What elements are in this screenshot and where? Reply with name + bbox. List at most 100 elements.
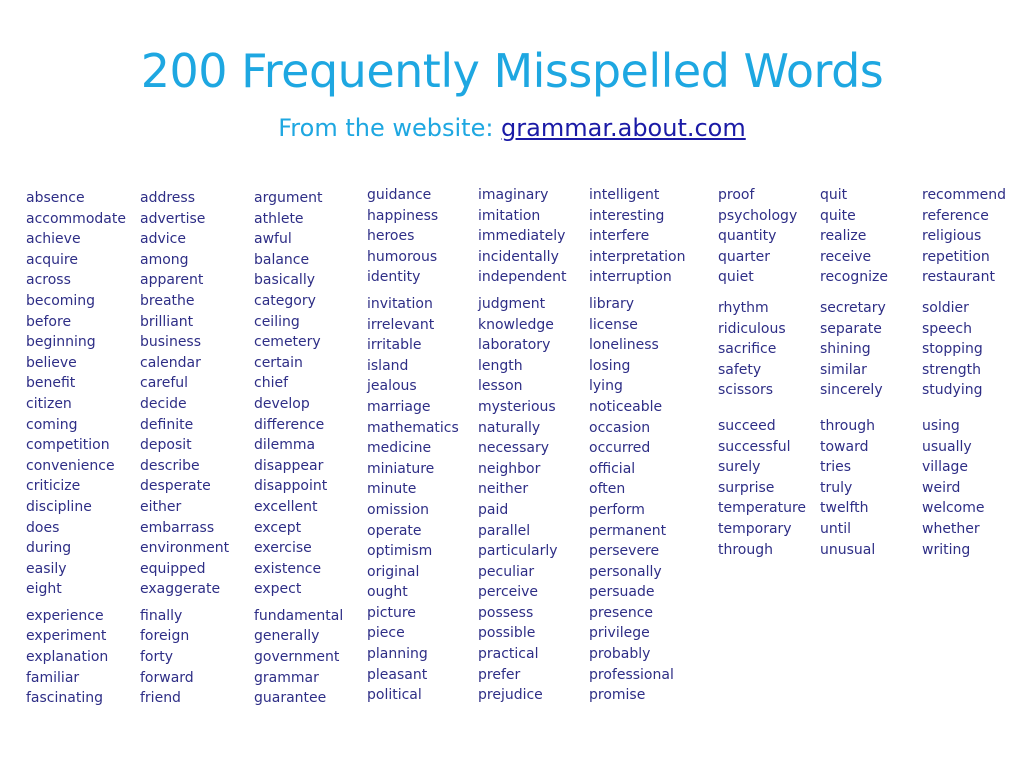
word-item: persevere — [589, 543, 660, 560]
word-item: equipped — [140, 560, 206, 577]
word-item: speech — [922, 320, 972, 337]
word-item: accommodate — [26, 210, 126, 227]
word-column-8: quit quite realize receive recognize secretar… — [820, 185, 888, 560]
word-item: usually — [922, 438, 972, 455]
word-item: sacrifice — [718, 341, 777, 358]
word-item: library — [589, 295, 635, 312]
word-item: length — [478, 357, 523, 374]
word-item: successful — [718, 438, 791, 455]
word-item: advice — [140, 231, 186, 248]
word-item: pleasant — [367, 666, 428, 683]
word-item: recognize — [820, 269, 888, 286]
word-item: picture — [367, 604, 416, 621]
word-item: temporary — [718, 520, 792, 537]
word-item: neighbor — [478, 460, 541, 477]
word-item: either — [140, 498, 182, 515]
word-item: immediately — [478, 228, 566, 245]
word-item: perceive — [478, 584, 539, 601]
word-item: decide — [140, 395, 187, 412]
word-item: happiness — [367, 207, 439, 224]
word-item: strength — [922, 361, 981, 378]
word-item: quantity — [718, 228, 777, 245]
word-item: parallel — [478, 522, 531, 539]
word-item: quit — [820, 187, 848, 203]
word-item: studying — [922, 382, 983, 399]
word-item: guidance — [367, 187, 432, 203]
word-item: achieve — [26, 231, 81, 248]
word-group: address advertise advice among apparent breat… — [140, 188, 229, 600]
word-item: lying — [589, 378, 623, 395]
word-item: invitation — [367, 295, 433, 312]
word-item: irrelevant — [367, 316, 435, 333]
word-item: deposit — [140, 437, 192, 454]
word-item: cemetery — [254, 334, 321, 351]
word-item: tries — [820, 459, 852, 476]
word-item: surely — [718, 459, 761, 476]
word-item: minute — [367, 481, 417, 498]
word-item: interruption — [589, 269, 672, 286]
word-item: ridiculous — [718, 320, 786, 337]
word-group: imaginary imitation immediately incidentall… — [478, 185, 567, 288]
word-item: personally — [589, 563, 662, 580]
word-column-6: intelligent interesting interfere interpret… — [589, 185, 685, 706]
word-item: grammar — [254, 669, 319, 686]
word-item: intelligent — [589, 187, 660, 203]
word-item: disappoint — [254, 478, 328, 495]
word-item: environment — [140, 540, 230, 557]
word-item: independent — [478, 269, 567, 286]
word-item: secretary — [820, 299, 886, 316]
subtitle: From the website: grammar.about.com — [0, 114, 1024, 142]
word-item: surprise — [718, 479, 775, 496]
word-item: psychology — [718, 207, 798, 224]
word-item: possess — [478, 604, 534, 621]
word-item: generally — [254, 628, 320, 645]
word-item: license — [589, 316, 638, 333]
word-item: privilege — [589, 625, 650, 642]
word-group: through toward tries truly twelfth until unusu… — [820, 416, 888, 560]
word-item: dilemma — [254, 437, 316, 454]
word-item: breathe — [140, 292, 195, 309]
word-item: welcome — [922, 500, 985, 517]
word-item: interpretation — [589, 248, 686, 265]
word-item: proof — [718, 187, 755, 203]
word-group: using usually village weird welcome whether wr… — [922, 416, 1006, 560]
word-item: athlete — [254, 210, 304, 227]
word-item: fundamental — [254, 607, 344, 624]
word-column-2: address advertise advice among apparent breat… — [140, 188, 229, 709]
word-item: recommend — [922, 187, 1006, 203]
word-item: through — [820, 417, 876, 434]
word-item: acquire — [26, 251, 78, 268]
word-item: easily — [26, 560, 67, 577]
word-item: address — [140, 190, 196, 206]
word-item: among — [140, 251, 189, 268]
word-item: necessary — [478, 440, 550, 457]
word-item: imaginary — [478, 187, 549, 203]
word-item: coming — [26, 416, 78, 433]
word-item: ceiling — [254, 313, 300, 330]
word-item: professional — [589, 666, 674, 683]
word-item: forward — [140, 669, 194, 686]
word-item: quiet — [718, 269, 754, 286]
word-item: describe — [140, 457, 200, 474]
word-item: permanent — [589, 522, 667, 539]
word-item: through — [718, 541, 774, 558]
word-item: unusual — [820, 541, 876, 558]
word-item: toward — [820, 438, 869, 455]
word-item: ought — [367, 584, 408, 601]
word-item: fascinating — [26, 690, 103, 707]
word-item: stopping — [922, 341, 983, 358]
word-item: village — [922, 459, 969, 476]
word-item: operate — [367, 522, 422, 539]
word-item: heroes — [367, 228, 415, 245]
word-item: writing — [922, 541, 971, 558]
word-item: practical — [478, 646, 539, 663]
word-group: rhythm ridiculous sacrifice safety scissors — [718, 298, 806, 401]
word-item: knowledge — [478, 316, 554, 333]
word-item: particularly — [478, 543, 558, 560]
word-item: until — [820, 520, 852, 537]
word-item: neither — [478, 481, 529, 498]
source-link[interactable]: grammar.about.com — [501, 114, 746, 142]
word-item: interfere — [589, 228, 650, 245]
word-item: incidentally — [478, 248, 559, 265]
word-group: intelligent interesting interfere interpret… — [589, 185, 685, 288]
